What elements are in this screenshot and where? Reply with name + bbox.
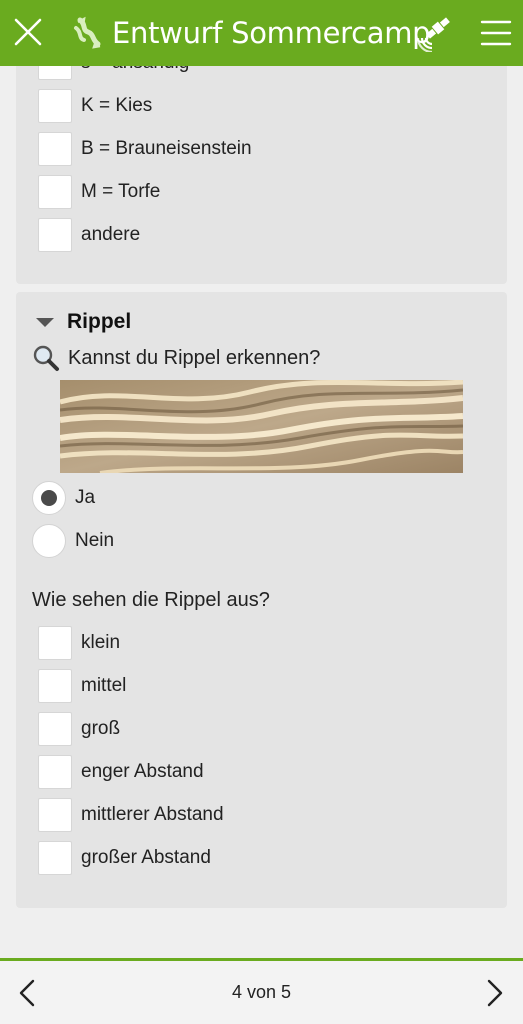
option-label: großer Abstand bbox=[81, 847, 211, 868]
checkbox[interactable] bbox=[38, 66, 72, 80]
sync-icon bbox=[74, 16, 101, 49]
option-row[interactable]: enger Abstand bbox=[38, 755, 204, 789]
option-label: klein bbox=[81, 632, 121, 653]
rippel-card: Rippel Kannst du Rippel erkennen? Ja Nei… bbox=[16, 292, 507, 908]
option-label: mittlerer Abstand bbox=[81, 804, 224, 825]
app-header: Entwurf Sommercamp bbox=[0, 0, 523, 66]
magnifier-icon bbox=[33, 345, 59, 371]
material-card: s = ahsandig K = Kies B = Brauneisenstei… bbox=[16, 66, 507, 284]
section-title: Rippel bbox=[67, 310, 132, 333]
ripple-photo bbox=[60, 380, 463, 473]
app-root: Entwurf Sommercamp s = ahsandig K = Kies bbox=[0, 0, 523, 1024]
checkbox[interactable] bbox=[38, 712, 72, 746]
question-text: Kannst du Rippel erkennen? bbox=[68, 346, 321, 369]
page-footer: 4 von 5 bbox=[0, 958, 523, 1024]
option-label: K = Kies bbox=[81, 95, 153, 116]
checkbox[interactable] bbox=[38, 841, 72, 875]
option-label: B = Brauneisenstein bbox=[81, 138, 252, 159]
question-ripples-visible: Kannst du Rippel erkennen? bbox=[32, 344, 320, 372]
radio-option-nein[interactable]: Nein bbox=[32, 524, 114, 558]
question-text: Wie sehen die Rippel aus? bbox=[32, 589, 270, 611]
checkbox[interactable] bbox=[38, 755, 72, 789]
option-row[interactable]: klein bbox=[38, 626, 120, 660]
radio-button[interactable] bbox=[32, 481, 66, 515]
option-row[interactable]: mittel bbox=[38, 669, 126, 703]
option-row[interactable]: andere bbox=[38, 218, 140, 252]
chevron-right-icon[interactable] bbox=[478, 977, 510, 1009]
option-label: s = ahsandig bbox=[81, 66, 189, 74]
question-ripple-appearance: Wie sehen die Rippel aus? bbox=[32, 589, 270, 612]
checkbox[interactable] bbox=[38, 626, 72, 660]
gps-satellite-icon[interactable] bbox=[416, 14, 454, 52]
form-scroll-area[interactable]: s = ahsandig K = Kies B = Brauneisenstei… bbox=[0, 66, 523, 958]
option-label: enger Abstand bbox=[81, 761, 204, 782]
collapse-triangle-icon[interactable] bbox=[36, 317, 54, 327]
option-row[interactable]: großer Abstand bbox=[38, 841, 211, 875]
checkbox[interactable] bbox=[38, 132, 72, 166]
hamburger-menu-icon[interactable] bbox=[480, 18, 512, 48]
option-label: andere bbox=[81, 224, 141, 245]
close-icon[interactable] bbox=[12, 16, 44, 48]
radio-label: Ja bbox=[75, 487, 96, 508]
radio-label: Nein bbox=[75, 530, 115, 551]
option-row[interactable]: s = ahsandig bbox=[38, 66, 189, 80]
checkbox[interactable] bbox=[38, 218, 72, 252]
option-row[interactable]: K = Kies bbox=[38, 89, 152, 123]
radio-option-ja[interactable]: Ja bbox=[32, 481, 95, 515]
option-label: groß bbox=[81, 718, 121, 739]
option-row[interactable]: groß bbox=[38, 712, 120, 746]
page-title: Entwurf Sommercamp bbox=[112, 16, 431, 50]
option-row[interactable]: B = Brauneisenstein bbox=[38, 132, 252, 166]
option-row[interactable]: M = Torfe bbox=[38, 175, 160, 209]
option-row[interactable]: mittlerer Abstand bbox=[38, 798, 224, 832]
checkbox[interactable] bbox=[38, 798, 72, 832]
page-indicator: 4 von 5 bbox=[231, 982, 292, 1002]
checkbox[interactable] bbox=[38, 89, 72, 123]
option-label: M = Torfe bbox=[81, 181, 161, 202]
radio-button[interactable] bbox=[32, 524, 66, 558]
checkbox[interactable] bbox=[38, 175, 72, 209]
rippel-section-header[interactable]: Rippel bbox=[36, 310, 131, 334]
option-label: mittel bbox=[81, 675, 127, 696]
checkbox[interactable] bbox=[38, 669, 72, 703]
